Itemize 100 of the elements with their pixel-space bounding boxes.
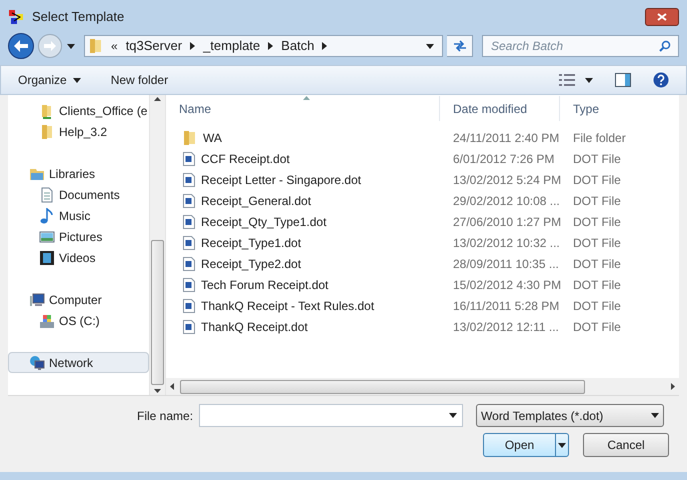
- file-name: WA: [203, 130, 222, 146]
- dropdown-caret-icon: [449, 413, 458, 418]
- word-document-icon: [183, 214, 195, 228]
- close-icon: [657, 12, 667, 20]
- split-caret-icon: [558, 442, 566, 448]
- view-options-button[interactable]: [559, 74, 593, 86]
- file-name: Receipt_Type1.dot: [201, 234, 302, 252]
- file-type-select[interactable]: Word Templates (*.dot): [476, 404, 664, 427]
- scroll-thumb[interactable]: [151, 240, 164, 385]
- word-document-icon: [183, 256, 195, 270]
- word-document-icon: [183, 152, 195, 166]
- file-row[interactable]: CCF Receipt.dot 6/01/2012 7:26 PM DOT File: [166, 148, 679, 169]
- network-icon: [29, 354, 45, 370]
- computer-icon: [29, 292, 45, 308]
- breadcrumb-item[interactable]: _template: [203, 36, 260, 56]
- column-header[interactable]: Type: [560, 96, 679, 121]
- preview-pane-button[interactable]: [615, 73, 631, 87]
- column-header[interactable]: Name: [166, 96, 440, 121]
- vertical-scrollbar[interactable]: [149, 95, 166, 395]
- word-document-icon: [183, 172, 195, 186]
- file-type: DOT File: [572, 214, 621, 230]
- date-modified: 15/02/2012 4:30 PM: [452, 276, 560, 294]
- chevron-right-icon: [190, 42, 196, 50]
- file-row[interactable]: Receipt Letter - Singapore.dot 13/02/2012 5:24 PM DOT File: [166, 169, 679, 190]
- scroll-thumb[interactable]: [180, 380, 585, 394]
- help-icon: [653, 72, 669, 88]
- drive-icon: [39, 312, 55, 328]
- file-row[interactable]: Receipt_Type2.dot 28/09/2011 10:35 ... DOT File: [166, 253, 679, 274]
- scroll-left-icon: [170, 383, 174, 390]
- organize-menu-button[interactable]: Organize: [18, 71, 81, 89]
- file-name: CCF Receipt.dot: [201, 150, 290, 168]
- caret-icon: [72, 78, 81, 82]
- nav-item[interactable]: Documents: [8, 184, 149, 205]
- nav-item[interactable]: Music: [8, 205, 149, 226]
- word-document-icon: [183, 298, 195, 312]
- nav-item[interactable]: Help_3.2: [8, 121, 149, 142]
- date-modified: 29/02/2012 10:08 ...: [452, 192, 560, 210]
- file-type: DOT File: [572, 256, 621, 272]
- date-modified: 27/06/2010 1:27 PM: [452, 214, 560, 230]
- open-button[interactable]: Open: [483, 433, 569, 457]
- file-type: DOT File: [572, 150, 621, 168]
- file-type: File folder: [572, 130, 626, 146]
- file-row[interactable]: ThankQ Receipt.dot 13/02/2012 12:11 ... DOT File: [166, 316, 679, 337]
- file-type: DOT File: [572, 276, 621, 294]
- forward-arrow-icon: [44, 41, 56, 51]
- search-icon: [659, 40, 671, 52]
- nav-item[interactable]: OS (C:): [8, 310, 149, 331]
- chevron-right-icon: [268, 42, 274, 50]
- nav-item[interactable]: Pictures: [8, 226, 149, 247]
- word-document-icon: [183, 320, 195, 334]
- chevron-right-icon: [322, 42, 328, 50]
- nav-item[interactable]: Computer: [8, 289, 149, 310]
- file-row[interactable]: Tech Forum Receipt.dot 15/02/2012 4:30 PM DOT File: [166, 274, 679, 295]
- date-modified: 24/11/2011 2:40 PM: [452, 130, 560, 146]
- app-icon: [8, 8, 24, 24]
- file-row[interactable]: ThankQ Receipt - Text Rules.dot 16/11/2011 5:28 PM DOT File: [166, 295, 679, 316]
- cancel-button[interactable]: Cancel: [583, 433, 669, 457]
- document-icon: [39, 186, 55, 202]
- folder-icon: [89, 38, 103, 54]
- file-name: Receipt_Type2.dot: [201, 256, 302, 272]
- file-row[interactable]: WA 24/11/2011 2:40 PM File folder: [166, 127, 679, 148]
- file-name: ThankQ Receipt - Text Rules.dot: [201, 298, 374, 314]
- nav-item[interactable]: Clients_Office (e: [8, 100, 149, 121]
- breadcrumb-item[interactable]: Batch: [281, 36, 314, 56]
- details-view-icon: [559, 74, 575, 86]
- search-field[interactable]: Search Batch: [482, 35, 679, 57]
- file-name: Receipt Letter - Singapore.dot: [201, 172, 362, 188]
- help-button[interactable]: [653, 72, 669, 88]
- back-button[interactable]: [8, 33, 34, 59]
- file-name: Receipt_General.dot: [201, 192, 312, 210]
- film-icon: [39, 250, 55, 266]
- dropdown-caret-icon: [651, 413, 660, 418]
- address-bar[interactable]: « tq3Server _template Batch: [84, 35, 443, 57]
- file-row[interactable]: Receipt_General.dot 29/02/2012 10:08 ... DOT File: [166, 190, 679, 211]
- address-dropdown-icon: [426, 44, 434, 48]
- breadcrumb-item[interactable]: tq3Server: [126, 36, 182, 56]
- nav-item[interactable]: Libraries: [8, 163, 149, 184]
- close-button[interactable]: [645, 8, 679, 26]
- file-name-field[interactable]: [199, 404, 464, 427]
- file-type: DOT File: [572, 234, 621, 252]
- refresh-icon: [452, 40, 466, 52]
- new-folder-button[interactable]: New folder: [110, 71, 168, 89]
- nav-item[interactable]: Network: [8, 352, 149, 373]
- nav-item[interactable]: Videos: [8, 247, 149, 268]
- file-name: ThankQ Receipt.dot: [201, 318, 308, 336]
- date-modified: 13/02/2012 5:24 PM: [452, 172, 560, 188]
- column-header[interactable]: Date modified: [440, 96, 560, 121]
- date-modified: 28/09/2011 10:35 ...: [452, 256, 560, 272]
- back-arrow-icon: [14, 40, 28, 52]
- word-document-icon: [183, 194, 195, 208]
- refresh-button[interactable]: [447, 35, 473, 57]
- file-row[interactable]: Receipt_Qty_Type1.dot 27/06/2010 1:27 PM DOT File: [166, 211, 679, 232]
- window-title: Select Template: [32, 8, 124, 26]
- date-modified: 13/02/2012 12:11 ...: [452, 318, 560, 336]
- overflow-chevron[interactable]: «: [111, 37, 118, 55]
- file-name: Receipt_Qty_Type1.dot: [201, 214, 326, 230]
- file-row[interactable]: Receipt_Type1.dot 13/02/2012 10:32 ... DOT File: [166, 232, 679, 253]
- horizontal-scrollbar[interactable]: [166, 378, 679, 395]
- music-note-icon: [39, 208, 55, 224]
- scroll-down-icon: [154, 389, 161, 393]
